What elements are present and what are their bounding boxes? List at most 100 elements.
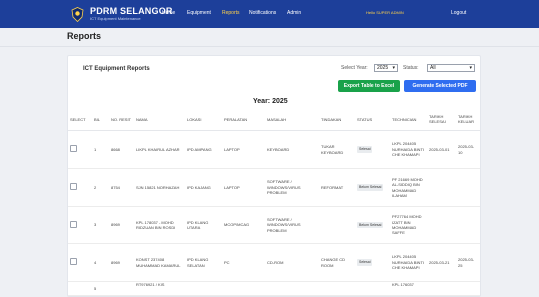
- status-badge: Selesai: [357, 259, 373, 266]
- police-crest-icon: [71, 6, 84, 22]
- status-label: Status:: [403, 65, 419, 71]
- lokasi-cell: [185, 281, 222, 296]
- col-no-resit: NO. RESIT: [109, 108, 134, 131]
- row-checkbox[interactable]: [70, 183, 77, 191]
- table-row: 4 8969 KONST 237408 MUHAMMAD KAMARUL IPD…: [68, 243, 480, 282]
- brand-subtitle: ICT Equipment Maintenance: [90, 16, 141, 21]
- nav-equipment[interactable]: Equipment: [187, 10, 211, 16]
- status-badge: Belum Selesai: [357, 184, 384, 191]
- status-cell: Selesai: [355, 243, 390, 282]
- row-checkbox[interactable]: [70, 145, 77, 153]
- nama-cell: KPL 178037 - MOHD RIDZUAN BIN ROSDI: [134, 206, 185, 244]
- resit-cell: 8969: [109, 206, 134, 244]
- status-cell: Selesai: [355, 130, 390, 169]
- col-tarikh-keluar: TARIKH KELUAR: [456, 108, 480, 131]
- row-checkbox[interactable]: [70, 258, 77, 266]
- select-cell: [68, 281, 92, 296]
- page-title: Reports: [67, 31, 102, 41]
- nav-admin[interactable]: Admin: [287, 10, 301, 16]
- tarikh-selesai-cell: 2025-03-21: [427, 243, 456, 282]
- status-cell: [355, 281, 390, 296]
- technician-cell: PF 21669 MOHD AL-SIDDIQ BIN MOHAMMAD ILA…: [390, 168, 427, 207]
- bil-cell: 4: [92, 243, 109, 282]
- masalah-cell: SOFTWARE / WINDOWS/VIRUS PROBLEM: [265, 206, 319, 244]
- year-select[interactable]: 2025 ▾: [374, 64, 398, 72]
- col-peralatan: PERALATAN: [222, 108, 265, 131]
- masalah-cell: SOFTWARE / WINDOWS/VIRUS PROBLEM: [265, 168, 319, 207]
- status-cell: Belum Selesai: [355, 206, 390, 244]
- divider: [0, 46, 539, 47]
- technician-cell: LKPL 204405 NURHAIDA BINTI CHE KHAMAPI: [390, 130, 427, 169]
- year-label: Select Year:: [341, 65, 368, 71]
- tindakan-cell: REFORMAT: [319, 168, 355, 207]
- nama-cell: SJN 15821 NORHAZAH: [134, 168, 185, 207]
- col-technician: TECHNICIAN: [390, 108, 427, 131]
- current-user: Hello SUPER ADMIN: [366, 10, 404, 15]
- tindakan-cell: [319, 206, 355, 244]
- tarikh-keluar-cell: [456, 168, 480, 207]
- select-cell: [68, 206, 92, 244]
- brand-name: PDRM SELANGOR: [90, 6, 173, 16]
- peralatan-cell: MCOP/MCAG: [222, 206, 265, 244]
- year-select-value: 2025: [377, 65, 389, 71]
- tarikh-keluar-cell: [456, 281, 480, 296]
- tarikh-selesai-cell: [427, 281, 456, 296]
- resit-cell: 8668: [109, 130, 134, 169]
- select-cell: [68, 243, 92, 282]
- generate-pdf-button[interactable]: Generate Selected PDF: [404, 80, 476, 92]
- reports-table: SELECT BIL NO. RESIT NAMA LOKASI PERALAT…: [68, 108, 480, 296]
- row-checkbox[interactable]: [70, 220, 77, 228]
- tarikh-keluar-cell: 2025-03-25: [456, 243, 480, 282]
- col-lokasi: LOKASI: [185, 108, 222, 131]
- lokasi-cell: IPD KLANG SELATAN: [185, 243, 222, 282]
- bil-cell: 2: [92, 168, 109, 207]
- export-excel-button[interactable]: Export Table to Excel: [338, 80, 400, 92]
- masalah-cell: CD-ROM: [265, 243, 319, 282]
- nav-notifications[interactable]: Notifications: [249, 10, 276, 16]
- bil-cell: 3: [92, 206, 109, 244]
- peralatan-cell: [222, 281, 265, 296]
- status-select[interactable]: All ▾: [427, 64, 475, 72]
- tarikh-keluar-cell: [456, 206, 480, 244]
- reports-card: ICT Equipment Reports Select Year: 2025 …: [67, 55, 481, 297]
- brand[interactable]: PDRM SELANGOR ICT Equipment Maintenance: [71, 5, 173, 23]
- nav-home[interactable]: Home: [162, 10, 175, 16]
- peralatan-cell: LAPTOP: [222, 130, 265, 169]
- status-badge: Selesai: [357, 146, 373, 153]
- col-select: SELECT: [68, 108, 92, 131]
- status-cell: Belum Selesai: [355, 168, 390, 207]
- resit-cell: 8754: [109, 168, 134, 207]
- table-row: 2 8754 SJN 15821 NORHAZAH IPD KAJANG LAP…: [68, 168, 480, 207]
- masalah-cell: KEYBOARD: [265, 130, 319, 169]
- nama-cell: LIKPL KHAIRUL AZHAR: [134, 130, 185, 169]
- chevron-down-icon: ▾: [469, 65, 472, 71]
- table-row: 5 RT976921 / KIS KPL 176037: [68, 281, 480, 296]
- year-heading: Year: 2025: [253, 98, 288, 105]
- tindakan-cell: CHANGE CD ROOM: [319, 243, 355, 282]
- masalah-cell: [265, 281, 319, 296]
- select-cell: [68, 168, 92, 207]
- tindakan-cell: [319, 281, 355, 296]
- top-navbar: PDRM SELANGOR ICT Equipment Maintenance …: [0, 0, 539, 28]
- table-header-row: SELECT BIL NO. RESIT NAMA LOKASI PERALAT…: [68, 108, 480, 131]
- table-row: 3 8969 KPL 178037 - MOHD RIDZUAN BIN ROS…: [68, 206, 480, 244]
- tindakan-cell: TUKAR KEYBOARD: [319, 130, 355, 169]
- peralatan-cell: PC: [222, 243, 265, 282]
- card-title: ICT Equipment Reports: [83, 66, 150, 72]
- resit-cell: [109, 281, 134, 296]
- col-bil: BIL: [92, 108, 109, 131]
- tarikh-keluar-cell: 2025-03-10: [456, 130, 480, 169]
- tarikh-selesai-cell: [427, 206, 456, 244]
- status-select-value: All: [430, 65, 436, 71]
- col-tindakan: TINDAKAN: [319, 108, 355, 131]
- tarikh-selesai-cell: 2025-03-01: [427, 130, 456, 169]
- nama-cell: RT976921 / KIS: [134, 281, 185, 296]
- logout-link[interactable]: Logout: [451, 10, 466, 16]
- col-nama: NAMA: [134, 108, 185, 131]
- chevron-down-icon: ▾: [392, 65, 395, 71]
- technician-cell: PF27764 MOHD IZATT BIN MOHAMMAD SAFFE: [390, 206, 427, 244]
- lokasi-cell: IPD KAJANG: [185, 168, 222, 207]
- resit-cell: 8969: [109, 243, 134, 282]
- bil-cell: 5: [92, 281, 109, 296]
- nav-reports[interactable]: Reports: [222, 10, 240, 16]
